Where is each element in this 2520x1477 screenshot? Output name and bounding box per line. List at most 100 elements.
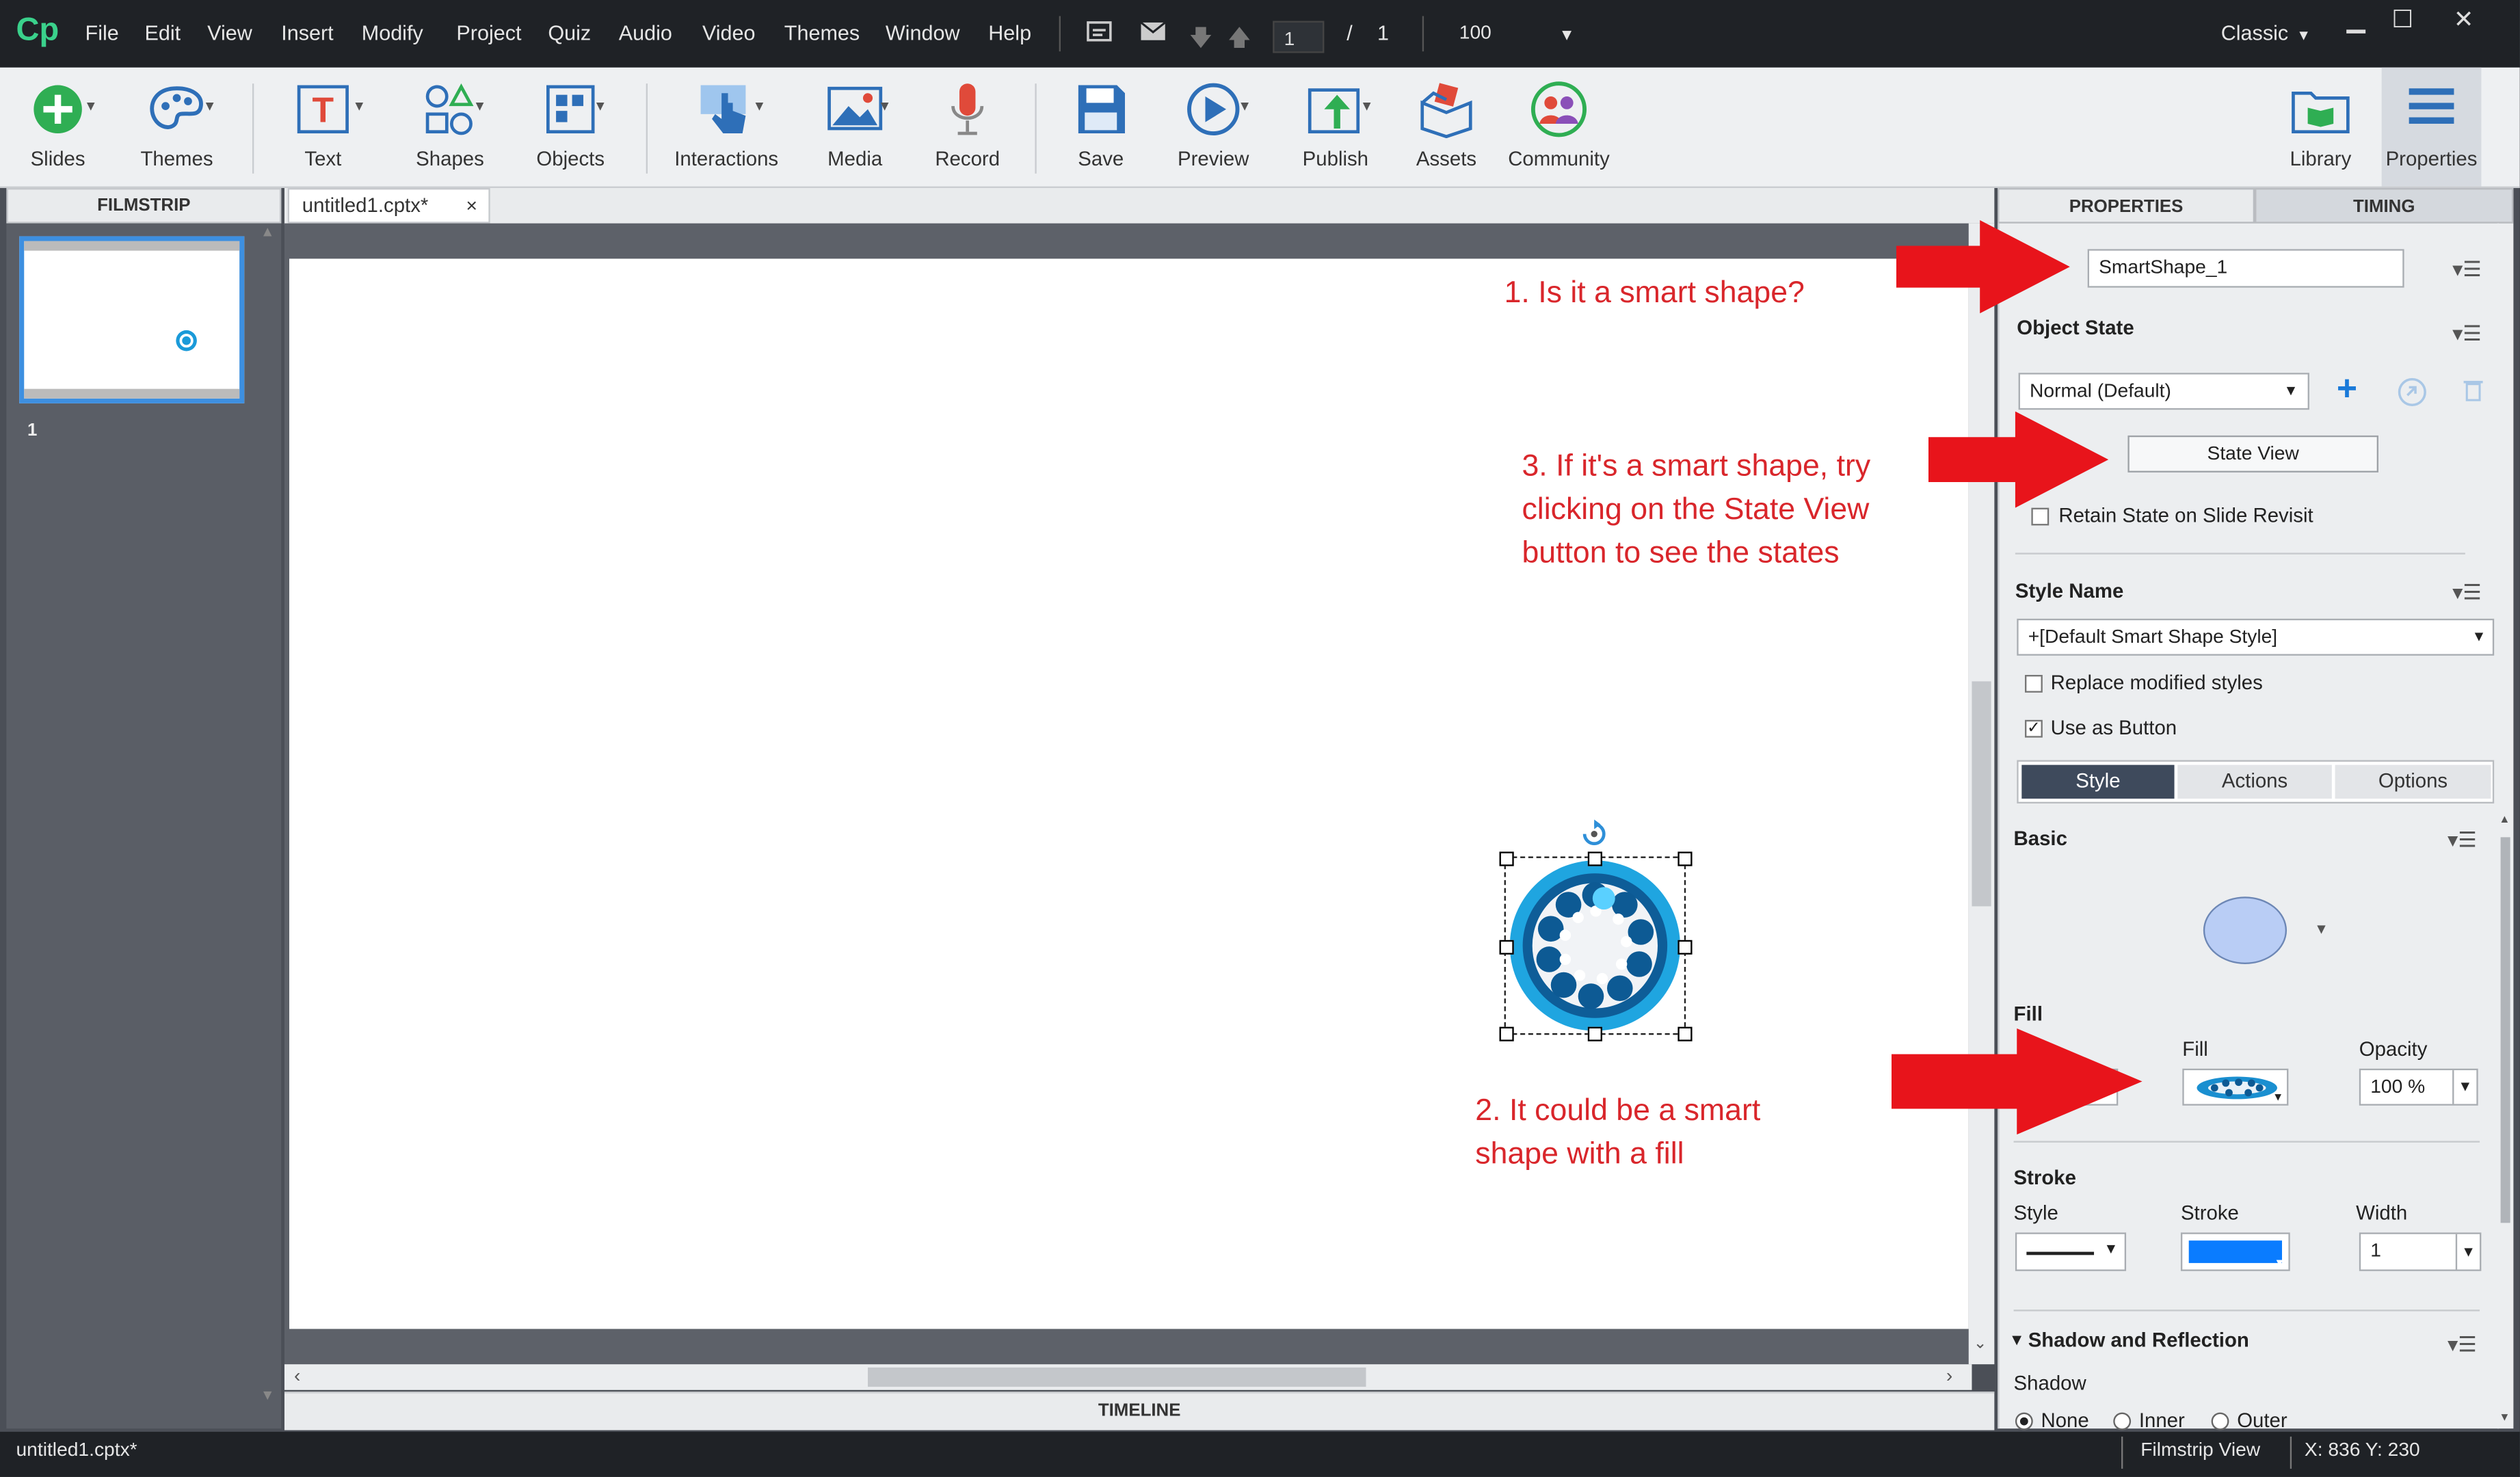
horizontal-scrollbar[interactable]: ‹ › (284, 1364, 1972, 1390)
current-slide-input[interactable]: 1 (1273, 21, 1325, 53)
retain-state-checkbox[interactable] (2031, 507, 2050, 526)
interactions-button[interactable]: ▾ Interactions (662, 68, 791, 187)
add-state-icon[interactable]: + (2337, 371, 2357, 407)
stroke-style-select[interactable]: ▼ (2015, 1232, 2127, 1271)
menu-window[interactable]: Window (886, 21, 960, 45)
mail-icon[interactable] (1139, 21, 1167, 47)
scroll-right-icon[interactable]: › (1946, 1364, 1952, 1387)
tab-timing[interactable]: TIMING (2255, 187, 2514, 224)
close-tab-icon[interactable]: × (466, 189, 477, 222)
use-as-button-checkbox[interactable]: ✓ (2025, 719, 2043, 738)
text-button[interactable]: T ▾ Text (275, 68, 371, 187)
menu-project[interactable]: Project (456, 21, 521, 45)
resize-handle[interactable] (1587, 1026, 1602, 1041)
shapes-button[interactable]: ▾ Shapes (402, 68, 499, 187)
menu-lines-icon[interactable]: ▾☰ (2452, 257, 2482, 283)
arrow-down-icon[interactable]: 🡇 (1189, 21, 1212, 59)
workspace-dropdown-icon[interactable]: ▼ (2296, 27, 2311, 44)
record-button[interactable]: Record (919, 68, 1016, 187)
subtab-style[interactable]: Style (2021, 764, 2175, 799)
menu-lines-icon[interactable]: ▾☰ (2448, 1332, 2477, 1358)
publish-button[interactable]: ▾ Publish (1282, 68, 1388, 187)
scroll-left-icon[interactable]: ‹ (294, 1364, 300, 1387)
scroll-down-icon[interactable]: ▼ (2499, 1413, 2510, 1424)
scroll-up-icon[interactable]: ▲ (2499, 814, 2510, 825)
object-state-select[interactable]: Normal (Default) ▼ (2018, 373, 2309, 410)
resize-handle[interactable] (1499, 1026, 1514, 1041)
shadow-outer-radio[interactable] (2211, 1412, 2229, 1431)
resize-handle[interactable] (1677, 851, 1693, 866)
shadow-inner-radio[interactable] (2113, 1412, 2132, 1431)
scroll-down-icon[interactable]: ⌄ (1974, 1335, 1987, 1353)
vertical-scroll-thumb[interactable] (1972, 681, 1991, 907)
resize-handle[interactable] (1677, 1026, 1693, 1041)
captions-icon[interactable] (1087, 21, 1113, 49)
captivate-window: Cp File Edit View Insert Modify Project … (0, 0, 2520, 1477)
menu-insert[interactable]: Insert (281, 21, 333, 45)
library-button[interactable]: Library (2272, 68, 2369, 187)
replace-styles-checkbox[interactable] (2025, 674, 2043, 693)
menu-lines-icon[interactable]: ▾☰ (2452, 321, 2482, 347)
stroke-width-input[interactable]: 1 ▼ (2359, 1232, 2482, 1271)
slides-button[interactable]: ▾ Slides (10, 68, 106, 187)
menu-themes[interactable]: Themes (784, 21, 860, 45)
menu-help[interactable]: Help (988, 21, 1031, 45)
subtab-actions[interactable]: Actions (2177, 764, 2332, 799)
properties-button[interactable]: Properties (2381, 67, 2482, 187)
menu-lines-icon[interactable]: ▾☰ (2448, 827, 2477, 853)
rotate-handle-icon[interactable] (1580, 819, 1608, 846)
stroke-color-swatch[interactable]: ▼ (2180, 1232, 2290, 1271)
panel-scrollbar[interactable]: ▲ ▼ (2497, 223, 2514, 1429)
timeline-header[interactable]: TIMELINE (284, 1392, 1995, 1431)
style-name-select[interactable]: +[Default Smart Shape Style] ▼ (2017, 618, 2495, 656)
menu-view[interactable]: View (207, 21, 252, 45)
slide-canvas[interactable]: 1. Is it a smart shape? 3. If it's a sma… (289, 258, 1969, 1329)
minimize-icon[interactable]: ▁ (2335, 6, 2377, 35)
themes-button[interactable]: ▾ Themes (129, 68, 225, 187)
scroll-down-icon[interactable]: ▼ (261, 1387, 275, 1402)
save-button[interactable]: Save (1052, 68, 1149, 187)
shape-preview[interactable] (2203, 896, 2287, 964)
community-button[interactable]: Community (1500, 68, 1619, 187)
smart-shape-selection[interactable] (1499, 819, 1693, 1041)
menu-edit[interactable]: Edit (144, 21, 181, 45)
fill-swatch[interactable]: ▼ (2182, 1068, 2289, 1106)
shadow-none-radio[interactable] (2015, 1412, 2033, 1431)
menu-modify[interactable]: Modify (362, 21, 423, 45)
resize-handle[interactable] (1499, 940, 1514, 955)
resize-handle[interactable] (1677, 940, 1693, 955)
subtab-options[interactable]: Options (2335, 764, 2491, 799)
menu-quiz[interactable]: Quiz (548, 21, 591, 45)
menu-file[interactable]: File (85, 21, 119, 45)
assets-button[interactable]: Assets (1398, 68, 1494, 187)
preview-button[interactable]: ▾ Preview (1160, 68, 1266, 187)
shadow-section-label[interactable]: Shadow and Reflection (2028, 1329, 2249, 1351)
delete-state-icon[interactable] (2463, 380, 2483, 402)
opacity-input[interactable]: 100 % ▼ (2359, 1068, 2478, 1106)
maximize-icon[interactable]: ☐ (2382, 6, 2424, 35)
arrow-up-icon[interactable]: 🡅 (1228, 21, 1251, 59)
scroll-up-icon[interactable]: ▲ (261, 224, 275, 240)
vertical-scrollbar[interactable]: ⌄ (1968, 223, 1995, 1365)
close-icon[interactable]: ✕ (2443, 6, 2484, 35)
panel-scroll-thumb[interactable] (2500, 837, 2510, 1223)
slide-thumbnail[interactable] (19, 236, 245, 403)
document-tab[interactable]: untitled1.cptx* × (287, 187, 490, 224)
menu-lines-icon[interactable]: ▾☰ (2452, 580, 2482, 606)
resize-handle[interactable] (1499, 851, 1514, 866)
shape-dropdown-icon[interactable]: ▼ (2314, 921, 2329, 937)
workspace-switcher[interactable]: Classic (2221, 21, 2288, 45)
menu-video[interactable]: Video (702, 21, 756, 45)
media-button[interactable]: ▾ Media (807, 68, 903, 187)
object-name-input[interactable]: SmartShape_1 (2087, 249, 2404, 288)
zoom-value[interactable]: 100 (1459, 21, 1491, 44)
horizontal-scroll-thumb[interactable] (868, 1367, 1366, 1387)
state-view-button[interactable]: State View (2127, 435, 2378, 473)
reset-state-icon[interactable] (2398, 377, 2426, 406)
zoom-dropdown-icon[interactable]: ▼ (1559, 27, 1575, 45)
collapse-arrow-icon[interactable]: ▼ (2009, 1332, 2025, 1350)
resize-handle[interactable] (1587, 851, 1602, 866)
tab-properties[interactable]: PROPERTIES (1998, 187, 2255, 224)
menu-audio[interactable]: Audio (619, 21, 672, 45)
objects-button[interactable]: ▾ Objects (522, 68, 619, 187)
